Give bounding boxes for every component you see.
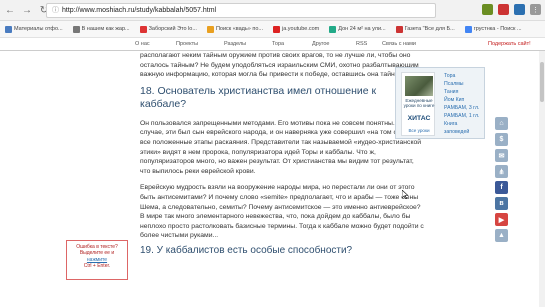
back-icon[interactable]: ←: [3, 3, 17, 17]
nav-item-rss[interactable]: RSS: [356, 41, 367, 47]
lesson-link[interactable]: Псалмы: [444, 80, 484, 88]
lesson-link[interactable]: Йом Кип: [444, 96, 484, 104]
nav-item-about[interactable]: О нас: [135, 41, 150, 47]
youtube-icon[interactable]: ▶: [495, 213, 508, 226]
lesson-link[interactable]: Тора: [444, 72, 484, 80]
facebook-icon[interactable]: f: [495, 181, 508, 194]
bookmark-favicon-icon: [206, 25, 214, 33]
book-image: [405, 76, 433, 96]
lesson-links: Тора Псалмы Тания Йом Кип РАМБАМ, 3 гл. …: [444, 72, 484, 136]
mail-icon[interactable]: ✉: [495, 149, 508, 162]
scrollbar-thumb[interactable]: [540, 62, 544, 102]
article-paragraph: Еврейскую мудрость взяли на вооружение н…: [140, 184, 424, 240]
bookmark-item[interactable]: В нашем как жар...: [68, 25, 135, 33]
bookmark-favicon-icon: [272, 25, 280, 33]
lesson-link[interactable]: Книга заповедей: [444, 120, 484, 136]
nav-item-other[interactable]: Другое: [312, 41, 329, 47]
arrow-up-icon[interactable]: ▲: [495, 229, 508, 242]
bookmarks-bar: Материалы отфо... В нашем как жар... Заб…: [0, 21, 545, 38]
bookmark-item[interactable]: Дон 24 м² на ули...: [324, 25, 390, 33]
nav-item-contact[interactable]: Связь с нами: [382, 41, 416, 47]
lesson-link[interactable]: РАМБАМ, 3 гл.: [444, 104, 484, 112]
bookmark-item[interactable]: ja.youtube.com: [268, 25, 324, 33]
extensions-bar: ⋮: [482, 4, 541, 15]
book-subtitle: Ежедневные уроки по книге: [403, 98, 435, 109]
typo-report-line: Ctrl + Enter.: [83, 263, 111, 270]
lesson-link[interactable]: Тания: [444, 88, 484, 96]
nav-item-sections[interactable]: Разделы: [224, 41, 246, 47]
mouse-cursor-icon: [402, 190, 408, 199]
extension-icon[interactable]: [514, 4, 525, 15]
book-title: ХИТАС: [407, 115, 431, 122]
article-content: располагают неким тайным оружием против …: [140, 51, 425, 307]
bookmark-item[interactable]: грустнка - Поиск ...: [460, 25, 527, 33]
book-cover[interactable]: Ежедневные уроки по книге ХИТАС Все урок…: [401, 72, 435, 136]
typo-report-box: Ошибка в тексте? Выделите ее и нажмите C…: [66, 240, 128, 280]
page-info-icon: ⓘ: [52, 7, 59, 14]
extension-icon[interactable]: [482, 4, 493, 15]
bookmark-favicon-icon: [139, 25, 147, 33]
all-lessons-link[interactable]: Все уроки: [403, 128, 435, 133]
daily-lessons-widget: Ежедневные уроки по книге ХИТАС Все урок…: [395, 67, 485, 139]
bookmark-item[interactable]: Заборский Это lo...: [135, 25, 202, 33]
bookmark-favicon-icon: [464, 25, 472, 33]
vk-icon[interactable]: в: [495, 197, 508, 210]
bookmark-favicon-icon: [329, 25, 337, 33]
bookmark-item[interactable]: Материалы отфо...: [0, 25, 68, 33]
forward-icon[interactable]: →: [20, 3, 34, 17]
sitemap-icon[interactable]: ⋔: [495, 165, 508, 178]
nav-item-projects[interactable]: Проекты: [176, 41, 198, 47]
article-paragraph: Он пользовался запрещенными методами. Ег…: [140, 119, 425, 175]
bookmark-favicon-icon: [5, 25, 12, 33]
home-icon[interactable]: ⌂: [495, 117, 508, 130]
extension-icon[interactable]: [498, 4, 509, 15]
browser-address-bar: ← → ↻ ⓘ http://www.moshiach.ru/study/kabb…: [0, 0, 545, 21]
url-input[interactable]: ⓘ http://www.moshiach.ru/study/kabbalah/5…: [46, 3, 436, 18]
lesson-link[interactable]: РАМБАМ, 1 гл.: [444, 112, 484, 120]
article-next-heading: 19. У каббалистов есть особые способност…: [140, 244, 353, 253]
menu-icon[interactable]: ⋮: [530, 4, 541, 15]
bookmark-item[interactable]: Поиск «вадь» по...: [202, 25, 268, 33]
nav-item-torah[interactable]: Тора: [272, 41, 284, 47]
social-sidebar: ⌂ $ ✉ ⋔ f в ▶ ▲: [495, 117, 508, 245]
bookmark-favicon-icon: [395, 25, 403, 33]
site-nav: О нас Проекты Разделы Тора Другое RSS Св…: [0, 38, 545, 51]
bookmark-item[interactable]: Газета "Все для Б...: [391, 25, 460, 33]
article-heading: 18. Основатель христианства имел отношен…: [140, 84, 377, 111]
url-text: http://www.moshiach.ru/study/kabbalah/50…: [62, 7, 217, 14]
bookmark-favicon-icon: [72, 25, 80, 33]
support-site-link[interactable]: Подержать сайт!: [488, 41, 531, 47]
article-paragraph: располагают неким тайным оружием против …: [140, 52, 419, 79]
dollar-icon[interactable]: $: [495, 133, 508, 146]
